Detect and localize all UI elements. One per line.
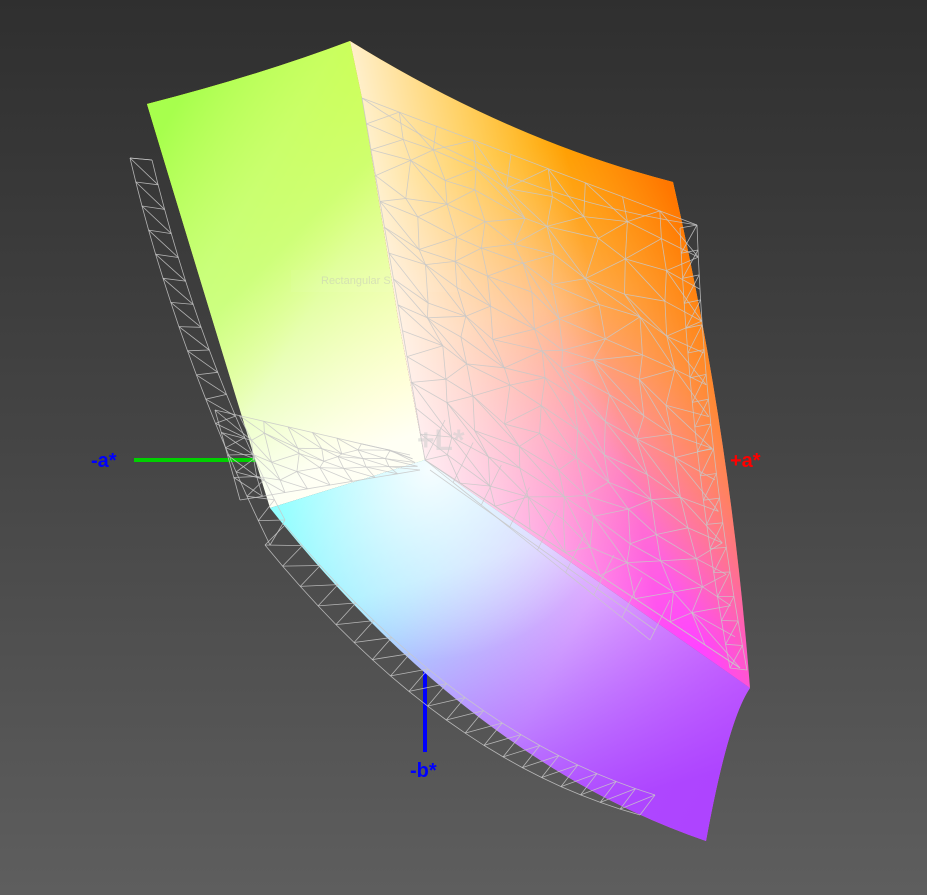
neg-a-axis-label: -a*: [91, 450, 117, 472]
neg-b-axis-label: -b*: [410, 760, 437, 782]
pos-l-axis-label: +L*: [417, 424, 465, 457]
pos-a-axis-label: +a*: [730, 450, 761, 472]
overlay-tooltip: Rectangular S: [291, 270, 461, 292]
